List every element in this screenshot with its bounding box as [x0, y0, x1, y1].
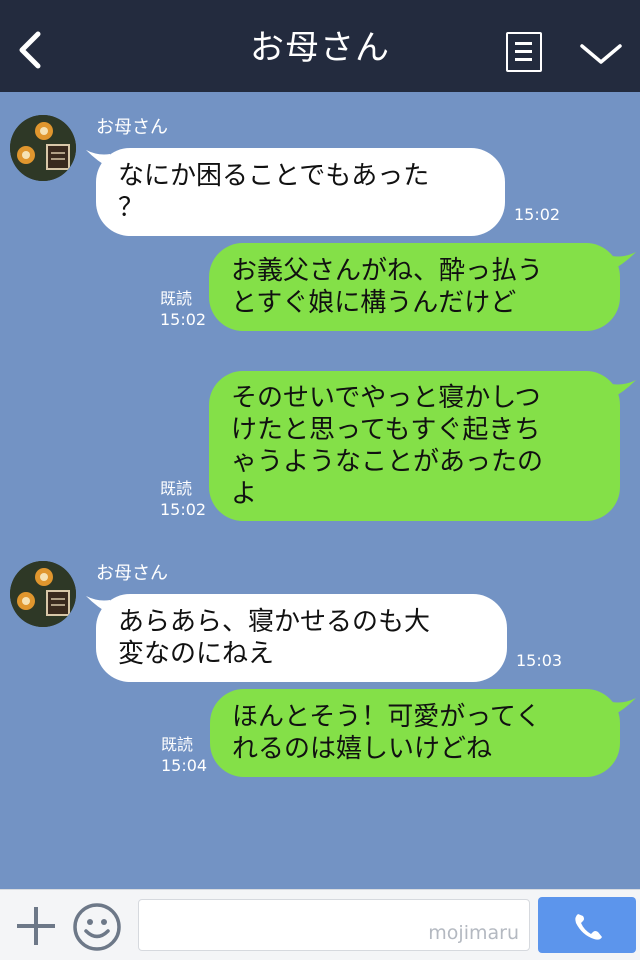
- input-bar: mojimaru: [0, 889, 640, 960]
- menu-icon-line: [515, 58, 532, 61]
- phone-icon: [575, 914, 602, 940]
- sender-name: お母さん: [96, 563, 168, 584]
- plus-icon: [17, 907, 55, 945]
- message-time: 15:03: [516, 651, 563, 670]
- sender-name: お母さん: [96, 117, 168, 138]
- message-time: 15:02: [160, 500, 207, 519]
- avatar-image: [10, 115, 76, 181]
- avatar-image: [10, 561, 76, 627]
- chevron-down-icon: [580, 44, 622, 64]
- avatar[interactable]: [10, 561, 76, 627]
- avatar[interactable]: [10, 115, 76, 181]
- call-button[interactable]: [538, 897, 636, 953]
- message-bubble-outgoing[interactable]: そのせいでやっと寝かしつ けたと思ってもすぐ起きち ゃうようなことがあったの よ: [209, 371, 620, 521]
- message-input[interactable]: mojimaru: [138, 899, 530, 951]
- watermark: mojimaru: [428, 922, 519, 944]
- menu-icon-line: [515, 50, 532, 53]
- menu-button[interactable]: [506, 32, 542, 72]
- message-text: あらあら、寝かせるのも大 変なのにねえ: [118, 607, 431, 669]
- message-bubble-incoming[interactable]: あらあら、寝かせるのも大 変なのにねえ: [96, 594, 507, 682]
- chat-timeline[interactable]: お母さん なにか困ることでもあった ？ 15:02 既読 15:02 お義父さん…: [0, 92, 640, 889]
- message-bubble-outgoing[interactable]: ほんとそう！可愛がってく れるのは嬉しいけどね: [210, 689, 620, 777]
- emoji-button[interactable]: [72, 902, 122, 952]
- emoji-icon: [73, 903, 121, 951]
- read-receipt: 既読: [161, 735, 194, 754]
- message-bubble-incoming[interactable]: なにか困ることでもあった ？: [96, 148, 505, 236]
- message-text: そのせいでやっと寝かしつ けたと思ってもすぐ起きち ゃうようなことがあったの よ: [231, 383, 544, 509]
- chat-title: お母さん: [250, 28, 390, 68]
- read-receipt: 既読: [160, 479, 193, 498]
- message-text: なにか困ることでもあった ？: [118, 161, 430, 223]
- message-time: 15:02: [160, 310, 207, 329]
- message-time: 15:02: [514, 205, 561, 224]
- add-button[interactable]: [14, 904, 58, 948]
- message-text: お義父さんがね、酔っ払う とすぐ娘に構うんだけど: [231, 256, 544, 318]
- message-text: ほんとそう！可愛がってく れるのは嬉しいけどね: [232, 702, 542, 764]
- more-button[interactable]: [578, 38, 624, 68]
- chat-header: お母さん: [0, 0, 640, 92]
- message-bubble-outgoing[interactable]: お義父さんがね、酔っ払う とすぐ娘に構うんだけど: [209, 243, 620, 331]
- menu-icon: [515, 42, 532, 45]
- message-time: 15:04: [161, 756, 208, 775]
- read-receipt: 既読: [160, 289, 193, 308]
